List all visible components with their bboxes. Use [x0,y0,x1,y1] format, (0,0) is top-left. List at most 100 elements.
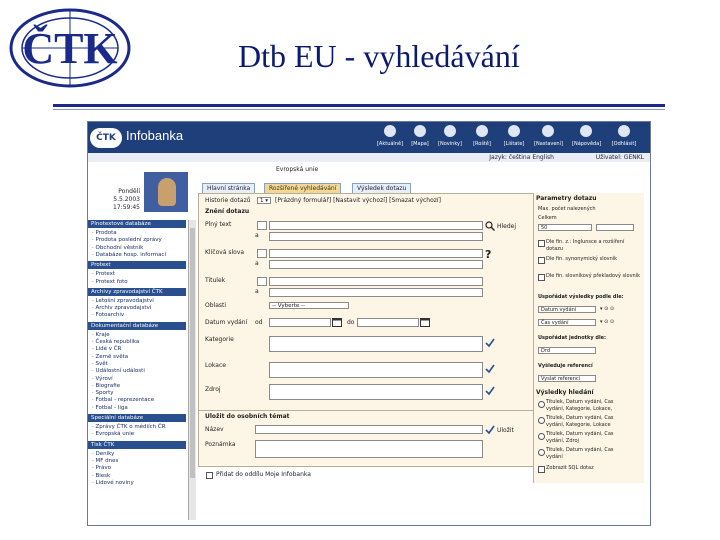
user-label: Uživatel: GENKL [595,154,644,161]
sql-checkbox[interactable] [538,466,545,473]
sidebar-item[interactable]: · Výroví [92,376,113,382]
tab-vysledek[interactable]: Výsledek dotazu [352,183,412,193]
tab-rozsirene[interactable]: Rozšířené vyhledávání [264,183,342,193]
sidebar-section[interactable]: Dokumentační databáze [88,321,186,330]
kategorie-label: Kategorie [205,336,234,343]
check-3[interactable] [538,274,545,281]
hledej-button[interactable]: Hledej [497,223,516,230]
save-panel: Uložit do osobních témat Název Uložit Po… [198,410,535,467]
pick-icon[interactable] [485,425,495,435]
title-input-2[interactable] [269,288,483,297]
sidebar-section[interactable]: Speciální databáze [88,414,186,422]
sidebar-item[interactable]: · Archiv zpravodajství [92,305,151,311]
sidebar-item[interactable]: · Letošní zpravodajství [92,298,154,304]
slide-title: Dtb EU - vyhledávání [238,38,520,74]
lokace-input[interactable] [269,362,483,378]
sidebar-section[interactable]: Archivy zpravodajství ČTK [88,287,186,296]
sidebar-section[interactable]: Protext [88,261,186,270]
sidebar-item[interactable]: · Blesk [92,473,110,479]
sidebar-item[interactable]: · Biografie [92,383,120,389]
nav-listate[interactable]: [Lištate] [500,125,528,153]
infobanka-label: Přidat do oddílu Moje Infobanka [216,471,311,478]
sort-select-1[interactable]: Datum vydání [538,306,596,313]
sidebar-item[interactable]: · Databáze hosp. informací [92,252,166,258]
nav-napoveda[interactable]: [Nápověda] [572,125,601,153]
sidebar-section[interactable]: Plnotextové databáze [88,220,186,228]
reference-select[interactable]: Vyslat referenci [538,375,596,382]
sidebar-item[interactable]: · Právo [92,465,111,471]
keywords-input-2[interactable] [269,260,483,269]
help-icon[interactable]: ? [485,248,491,261]
keywords-input[interactable] [269,249,483,258]
sidebar-item[interactable]: · Protext foto [92,279,128,285]
sidebar-item[interactable]: · Fotbal - reprezentace [92,397,154,403]
nazev-input[interactable] [255,425,483,434]
max-results-select[interactable]: 50 [538,224,592,231]
pick-icon[interactable] [485,364,495,374]
nav-novinky[interactable]: [Novinky] [436,125,464,153]
result-option-1[interactable] [538,401,545,408]
eu-photo [144,172,188,212]
history-links[interactable]: [Prázdný formulář] [Nastavit výchozí] [S… [275,197,441,204]
result-option-3[interactable] [538,433,545,440]
nav-roste[interactable]: [Roště] [468,125,496,153]
sort-select-2[interactable]: Čas vydání [538,319,596,326]
history-label: Historie dotazů [205,197,251,204]
pick-icon[interactable] [485,386,495,396]
check-2[interactable] [538,257,545,264]
nav-nastaveni[interactable]: [Nastavení] [534,125,563,153]
sidebar-item[interactable]: · Česká republika [92,339,139,345]
history-select[interactable]: 1 ▾ [257,197,271,204]
tab-hlavni[interactable]: Hlavní stránka [202,183,256,193]
max-results-select-2[interactable] [596,224,634,231]
sidebar-item[interactable]: · Lidové noviny [92,480,134,486]
result-option-4[interactable] [538,449,545,456]
sidebar-item[interactable]: · Prodota [92,230,117,236]
sidebar-scrollbar[interactable] [188,220,196,520]
date-from-input[interactable] [269,318,331,327]
sidebar-item[interactable]: · Protext [92,271,115,277]
language-switch[interactable]: Jazyk: čeština English [489,154,554,161]
sidebar-item[interactable]: · Lidé v ČR [92,346,121,352]
top-link-eu[interactable]: Evropská unie [276,166,318,173]
field-keywords-label: Klíčová slova [205,249,245,256]
sidebar-item[interactable]: · Evropská unie [92,431,134,437]
sidebar-item[interactable]: · Kraje [92,332,110,338]
sidebar-item[interactable]: · Země světa [92,354,128,360]
zdroj-input[interactable] [269,384,483,400]
check-1[interactable] [538,240,545,247]
title-input[interactable] [269,277,483,286]
fulltext-input[interactable] [269,221,483,230]
sidebar-item[interactable]: · Událostní události [92,368,145,374]
date-to-input[interactable] [357,318,419,327]
sidebar-section[interactable]: Tisk ČTK [88,440,186,449]
sidebar-item[interactable]: · Fotoarchiv [92,312,124,318]
sidebar-item[interactable]: · Prodota poslední zprávy [92,237,162,243]
pick-icon[interactable] [485,338,495,348]
calendar-icon[interactable] [332,317,342,327]
sort-direction-2[interactable]: ▾ ⊙ ⊙ [600,319,614,325]
units-select[interactable]: Drd [538,347,596,354]
sidebar-item[interactable]: · Sporty [92,390,114,396]
sidebar-item[interactable]: · Zprávy ČTK o médiích ČR [92,424,166,430]
calendar-icon[interactable] [420,317,430,327]
ulozit-button[interactable]: Uložit [497,427,514,434]
map-icon [414,125,426,137]
sort-direction-1[interactable]: ▾ ⊙ ⊙ [600,306,614,312]
search-icon[interactable] [485,221,495,231]
sidebar-item[interactable]: · MF dnes [92,458,118,464]
infobanka-checkbox[interactable] [206,472,213,479]
sidebar-item[interactable]: · Obchodní věstník [92,245,143,251]
poznamka-input[interactable] [255,440,483,458]
sidebar-item[interactable]: · Svět [92,361,108,367]
nav-odhlasit[interactable]: [Odhlásit] [610,125,638,153]
nav-mapa[interactable]: [Mapa] [406,125,434,153]
nav-aktualne[interactable]: [Aktuálně] [376,125,404,153]
oblast-select[interactable]: -- Vyberte -- [269,302,349,309]
fulltext-input-2[interactable] [269,232,483,241]
close-icon [618,125,630,137]
sidebar-item[interactable]: · Deníky [92,451,114,457]
sidebar-item[interactable]: · Fotbal - liga [92,405,128,411]
result-option-2[interactable] [538,417,545,424]
kategorie-input[interactable] [269,336,483,352]
